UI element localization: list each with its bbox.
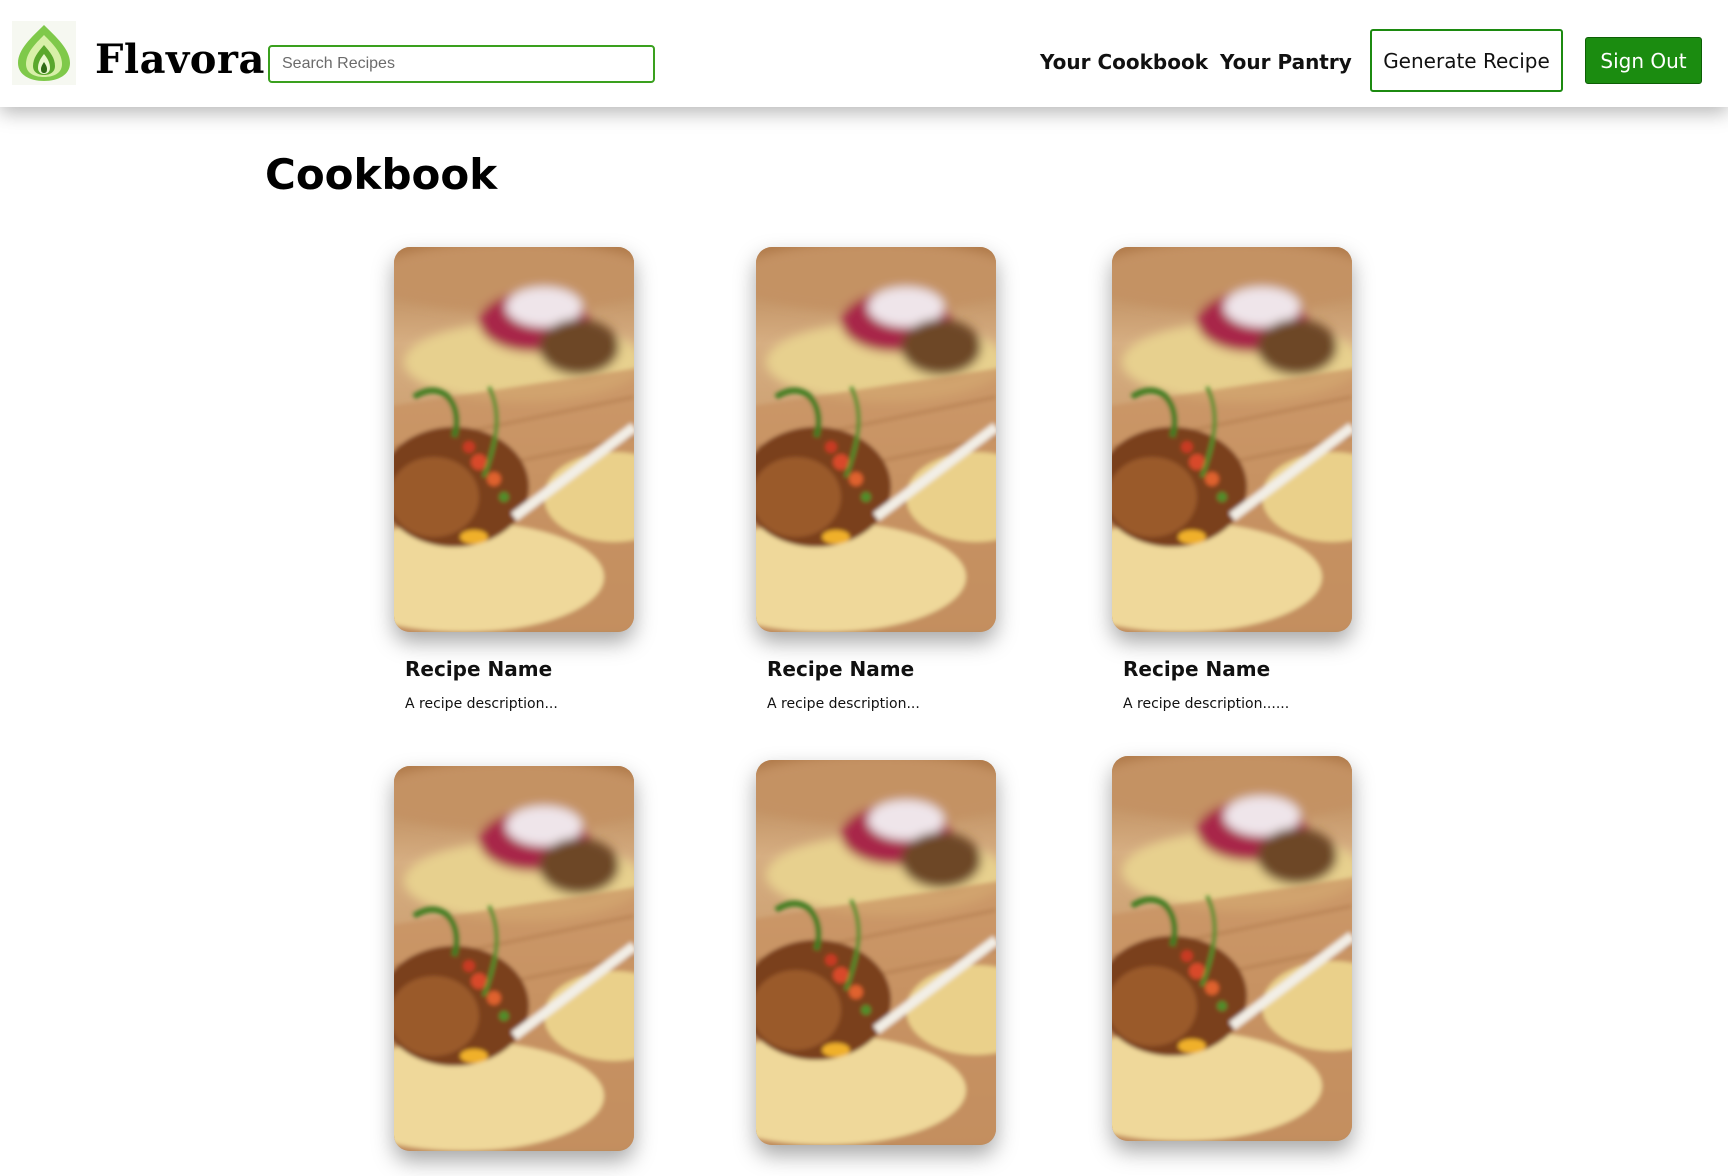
brand-name[interactable]: Flavora [95, 36, 265, 83]
recipe-card[interactable]: Recipe Name A recipe description...... [1112, 247, 1352, 712]
page-title: Cookbook [265, 150, 498, 199]
recipe-image [394, 247, 634, 632]
recipe-name: Recipe Name [405, 657, 553, 681]
recipe-image [756, 760, 996, 1145]
nav-link-your-pantry[interactable]: Your Pantry [1220, 50, 1352, 74]
flame-leaf-icon [18, 25, 70, 81]
top-navbar: Flavora Your Cookbook Your Pantry Genera… [0, 0, 1728, 107]
generate-recipe-button[interactable]: Generate Recipe [1370, 29, 1563, 92]
recipe-image [394, 766, 634, 1151]
recipe-card[interactable] [394, 766, 634, 1176]
recipe-card[interactable] [756, 760, 996, 1170]
recipe-card[interactable]: Recipe Name A recipe description... [756, 247, 996, 712]
recipe-name: Recipe Name [1123, 657, 1271, 681]
nav-link-your-cookbook[interactable]: Your Cookbook [1040, 50, 1208, 74]
recipe-image [1112, 756, 1352, 1141]
recipe-description: A recipe description... [405, 696, 558, 712]
brand-logo[interactable] [12, 21, 76, 85]
recipe-card[interactable]: Recipe Name A recipe description... [394, 247, 634, 712]
recipe-description: A recipe description... [767, 696, 920, 712]
recipe-name: Recipe Name [767, 657, 915, 681]
search-input[interactable] [268, 45, 655, 83]
recipe-image [1112, 247, 1352, 632]
sign-out-button[interactable]: Sign Out [1585, 37, 1702, 84]
recipe-card[interactable] [1112, 756, 1352, 1166]
recipe-image [756, 247, 996, 632]
recipe-description: A recipe description...... [1123, 696, 1290, 712]
